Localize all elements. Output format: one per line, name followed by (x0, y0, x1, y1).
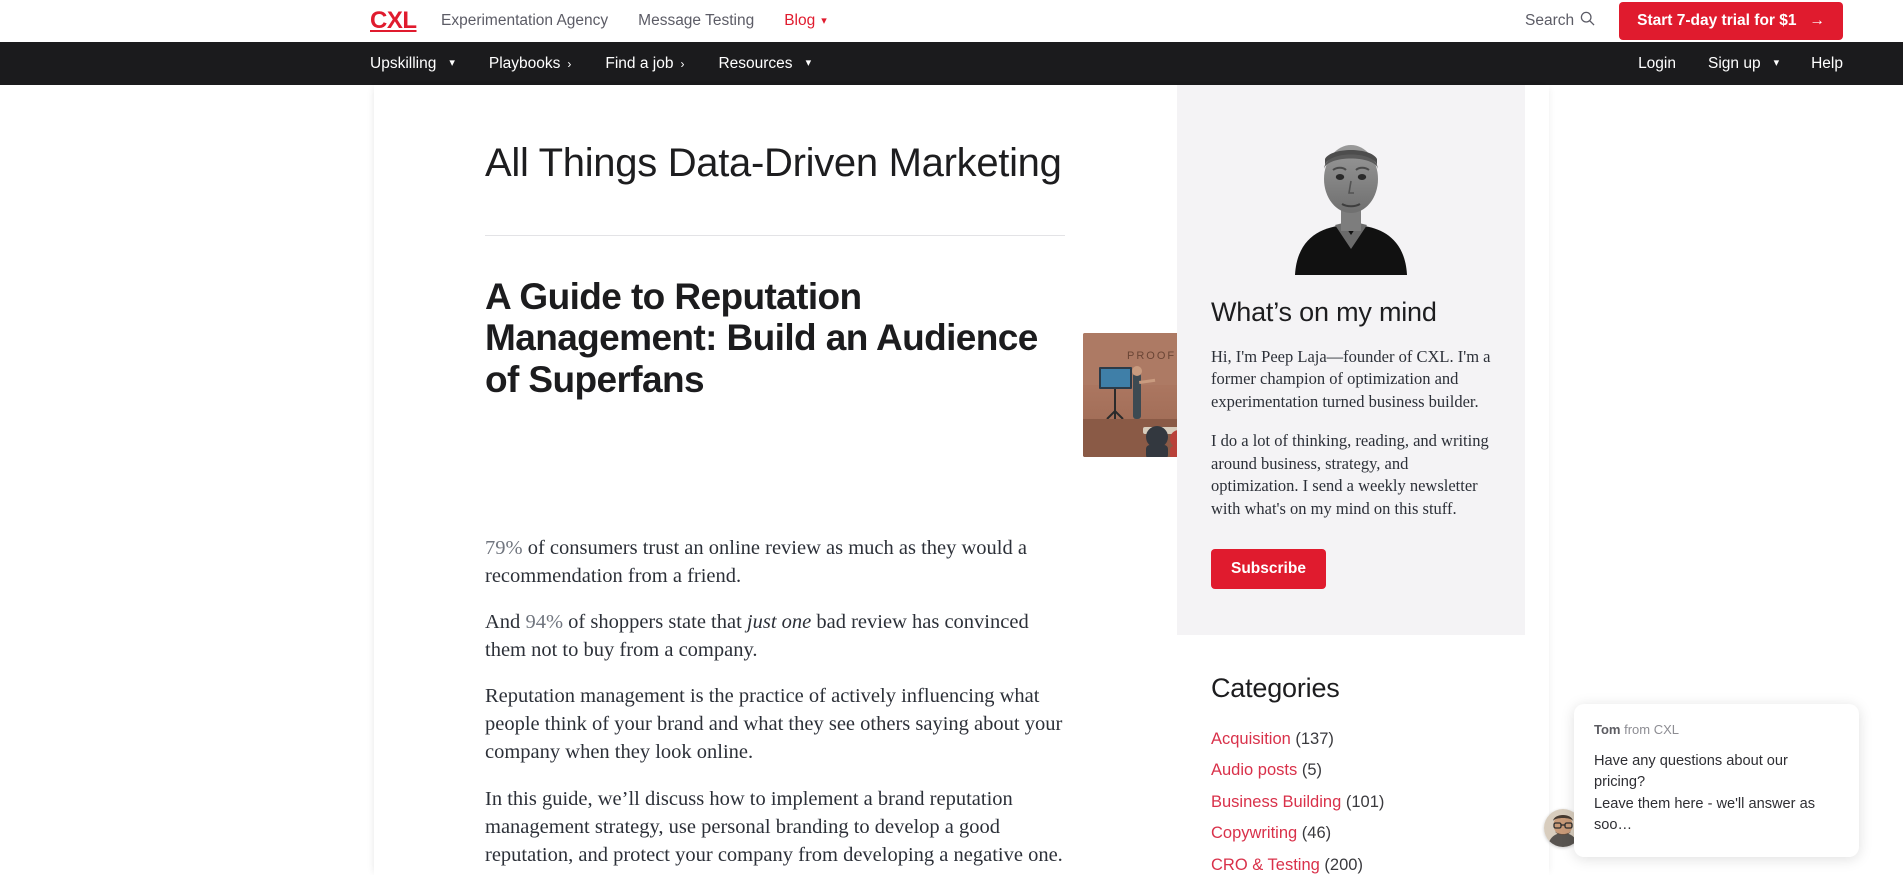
category-link[interactable]: CRO & Testing (1211, 856, 1320, 874)
category-item-business-building: Business Building (101) (1211, 789, 1491, 815)
category-item-acquisition: Acquisition (137) (1211, 726, 1491, 752)
category-item-copywriting: Copywriting (46) (1211, 820, 1491, 846)
chevron-down-icon: ▾ (1773, 57, 1780, 69)
top-utility-bar: CXL Experimentation Agency Message Testi… (0, 0, 1903, 42)
title-divider (485, 235, 1065, 236)
article-title[interactable]: A Guide to Reputation Management: Build … (485, 276, 1065, 400)
chat-sender-suffix: from CXL (1624, 721, 1680, 737)
paragraph-2: And 94% of shoppers state that just one … (485, 608, 1065, 664)
category-link[interactable]: Audio posts (1211, 761, 1297, 779)
category-count: (5) (1301, 761, 1322, 780)
nav-label: Playbooks (488, 54, 561, 72)
page-body: All Things Data-Driven Marketing A Guide… (0, 85, 1903, 875)
category-link[interactable]: Acquisition (1211, 730, 1291, 748)
svg-text:PROOF: PROOF (1127, 350, 1176, 362)
paragraph-2-lead: And (485, 611, 526, 634)
paragraph-4: In this guide, we’ll discuss how to impl… (485, 787, 1063, 866)
top-bar-actions: Search Start 7-day trial for $1 → (1525, 2, 1843, 40)
portrait-wrapper (1211, 125, 1491, 275)
chevron-right-icon: › (567, 56, 572, 71)
nav-item-playbooks[interactable]: Playbooks › (489, 55, 572, 73)
category-count: (46) (1301, 824, 1332, 843)
page-title: All Things Data-Driven Marketing (485, 141, 1062, 185)
primary-top-nav: Experimentation Agency Message Testing B… (441, 12, 827, 30)
category-count: (200) (1324, 855, 1363, 874)
secondary-nav-right: Login Sign up ▾ Help (1638, 55, 1843, 73)
nav-label: Sign up (1708, 54, 1761, 72)
chat-message-line-1: Have any questions about our pricing? (1594, 752, 1788, 791)
main-content-column: All Things Data-Driven Marketing A Guide… (485, 85, 1315, 875)
stat-link-94[interactable]: 94% (525, 611, 563, 633)
nav-item-sign-up[interactable]: Sign up ▾ (1708, 55, 1779, 73)
nav-item-help[interactable]: Help (1811, 55, 1843, 73)
chevron-right-icon: › (680, 56, 685, 71)
category-count: (101) (1345, 792, 1385, 811)
chat-widget[interactable]: Tom from CXL Have any questions about ou… (1544, 703, 1859, 857)
category-item-audio-posts: Audio posts (5) (1211, 757, 1491, 783)
sidebar-paragraph-2: I do a lot of thinking, reading, and wri… (1211, 431, 1489, 518)
stat-link-79[interactable]: 79% (485, 537, 523, 559)
categories-section: Categories Acquisition (137) Audio posts… (1177, 635, 1525, 875)
chat-message-bubble[interactable]: Tom from CXL Have any questions about ou… (1574, 703, 1859, 857)
sidebar-heading: What’s on my mind (1211, 297, 1437, 327)
nav-label: Resources (718, 54, 793, 72)
category-item-cro-and-testing: CRO & Testing (200) (1211, 852, 1491, 875)
sidebar-paragraph-1: Hi, I'm Peep Laja—founder of CXL. I'm a … (1211, 347, 1491, 411)
paragraph-2-mid: of shoppers state that (563, 611, 747, 634)
arrow-right-icon: → (1809, 12, 1826, 29)
paragraph-1: 79% of consumers trust an online review … (485, 534, 1065, 590)
whats-on-my-mind-card: What’s on my mind Hi, I'm Peep Laja—foun… (1177, 85, 1525, 636)
nav-item-upskilling[interactable]: Upskilling ▾ (370, 55, 455, 73)
topnav-item-experimentation-agency[interactable]: Experimentation Agency (441, 12, 608, 30)
paragraph-3: Reputation management is the practice of… (485, 685, 1063, 764)
right-sidebar: What’s on my mind Hi, I'm Peep Laja—foun… (1177, 85, 1525, 875)
chat-message-line-2: Leave them here - we'll answer as soo… (1594, 795, 1815, 834)
nav-label: Upskilling (370, 54, 437, 72)
categories-heading: Categories (1211, 673, 1340, 704)
article-body: 79% of consumers trust an online review … (485, 534, 1065, 869)
nav-label: Help (1811, 54, 1843, 72)
chat-sender: Tom from CXL (1594, 722, 1839, 737)
search-label: Search (1525, 12, 1575, 29)
nav-item-resources[interactable]: Resources ▾ (718, 55, 811, 73)
topnav-item-blog[interactable]: Blog ▾ (784, 12, 827, 30)
category-link[interactable]: Business Building (1211, 793, 1341, 811)
nav-label: Login (1638, 54, 1676, 72)
article-header: A Guide to Reputation Management: Build … (485, 276, 1315, 508)
nav-item-find-a-job[interactable]: Find a job › (605, 55, 684, 73)
start-trial-button[interactable]: Start 7-day trial for $1 → (1619, 2, 1843, 40)
paragraph-2-emphasis: just one (746, 611, 812, 634)
secondary-nav-bar: Upskilling ▾ Playbooks › Find a job › Resou… (0, 42, 1903, 85)
search-button[interactable]: Search (1525, 11, 1595, 31)
author-portrait-image (1279, 125, 1423, 275)
topnav-label: Message Testing (638, 12, 755, 29)
subscribe-button[interactable]: Subscribe (1211, 549, 1326, 590)
chevron-down-icon: ▾ (821, 15, 827, 27)
topnav-label: Experimentation Agency (441, 12, 609, 29)
secondary-nav-left: Upskilling ▾ Playbooks › Find a job › Resou… (370, 55, 811, 73)
nav-item-login[interactable]: Login (1638, 55, 1676, 73)
cxl-logo[interactable]: CXL (370, 7, 417, 35)
topnav-item-message-testing[interactable]: Message Testing (638, 12, 754, 30)
category-link[interactable]: Copywriting (1211, 824, 1297, 842)
paragraph-1-text: of consumers trust an online review as m… (485, 537, 1027, 588)
category-count: (137) (1295, 730, 1334, 749)
start-trial-label: Start 7-day trial for $1 (1637, 12, 1797, 29)
chevron-down-icon: ▾ (805, 57, 812, 69)
chevron-down-icon: ▾ (449, 57, 455, 69)
search-icon (1580, 11, 1595, 31)
chat-sender-name: Tom (1594, 721, 1621, 737)
topnav-label: Blog (784, 12, 816, 29)
nav-label: Find a job (605, 54, 674, 72)
